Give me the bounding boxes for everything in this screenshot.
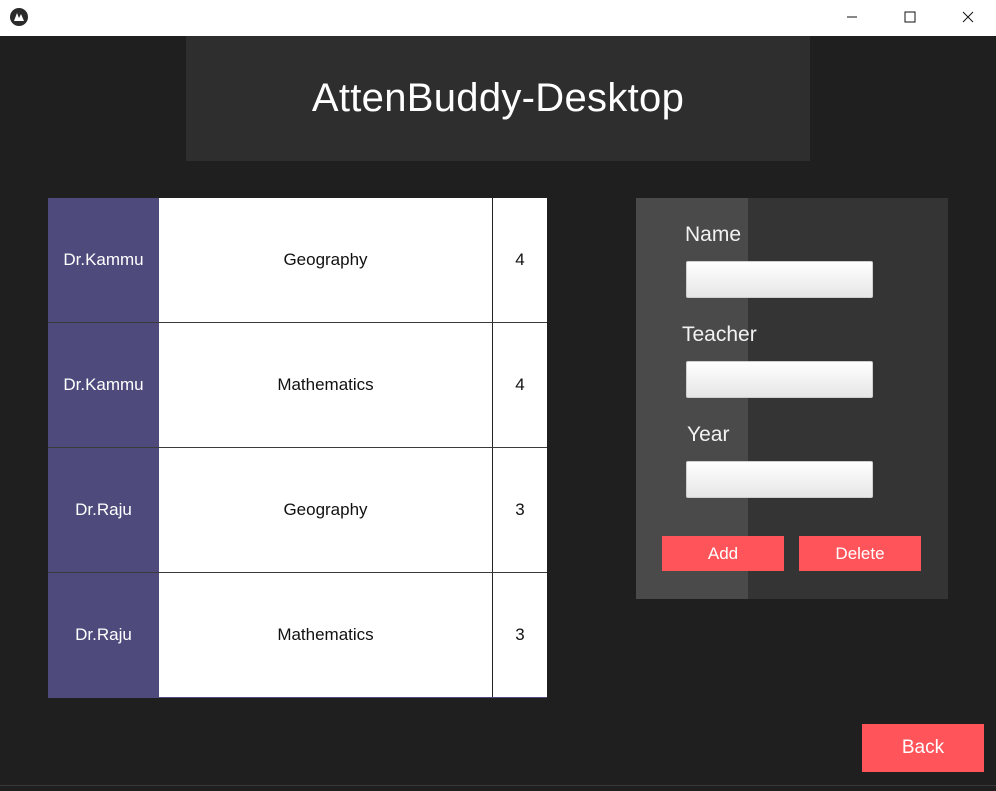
subject-cell: Geography	[159, 198, 492, 322]
year-cell: 4	[493, 323, 547, 447]
form-panel: Name Teacher Year Add Delete	[636, 198, 948, 599]
table-row[interactable]: Dr.Raju Mathematics 3	[48, 573, 547, 698]
teacher-input[interactable]	[686, 361, 873, 398]
table-row[interactable]: Dr.Kammu Geography 4	[48, 198, 547, 323]
close-icon[interactable]	[939, 0, 996, 34]
teacher-cell: Dr.Raju	[48, 448, 159, 572]
name-label: Name	[685, 223, 742, 246]
header: AttenBuddy-Desktop	[186, 36, 810, 161]
subject-cell: Mathematics	[159, 573, 492, 697]
year-cell: 3	[493, 573, 547, 697]
name-input[interactable]	[686, 261, 873, 298]
teacher-cell: Dr.Kammu	[48, 323, 159, 447]
teacher-label: Teacher	[682, 323, 757, 346]
table-row[interactable]: Dr.Raju Geography 3	[48, 448, 547, 573]
class-table: Dr.Kammu Geography 4 Dr.Kammu Mathematic…	[48, 198, 547, 698]
subject-cell: Geography	[159, 448, 492, 572]
back-button[interactable]: Back	[862, 724, 984, 772]
table-row[interactable]: Dr.Kammu Mathematics 4	[48, 323, 547, 448]
maximize-icon[interactable]	[881, 0, 939, 34]
year-cell: 4	[493, 198, 547, 322]
teacher-cell: Dr.Raju	[48, 573, 159, 697]
year-label: Year	[687, 423, 730, 446]
subject-cell: Mathematics	[159, 323, 492, 447]
minimize-icon[interactable]	[823, 0, 881, 34]
delete-button[interactable]: Delete	[799, 536, 921, 571]
teacher-cell: Dr.Kammu	[48, 198, 159, 322]
divider	[0, 785, 996, 786]
add-button[interactable]: Add	[662, 536, 784, 571]
year-cell: 3	[493, 448, 547, 572]
year-input[interactable]	[686, 461, 873, 498]
window-titlebar	[0, 0, 996, 36]
page-title: AttenBuddy-Desktop	[311, 76, 685, 120]
kivy-logo-icon	[10, 8, 28, 26]
